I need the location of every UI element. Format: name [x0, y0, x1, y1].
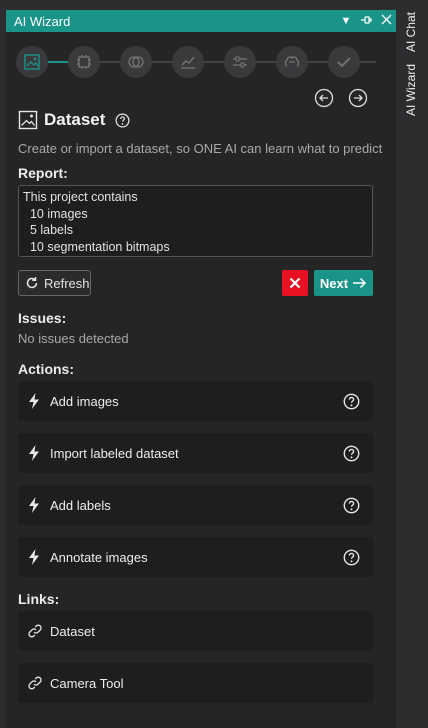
action-label: Import labeled dataset: [50, 445, 179, 461]
step-finish[interactable]: [328, 46, 360, 78]
panel-titlebar: AI Wizard ▼: [6, 10, 396, 32]
refresh-icon: [26, 277, 38, 289]
next-step-nav-button[interactable]: [348, 88, 368, 108]
arrow-left-circle-icon: [314, 88, 334, 108]
tab-ai-chat[interactable]: AI Chat: [404, 12, 418, 52]
refresh-label: Refresh: [44, 275, 90, 291]
step-connector: [204, 61, 224, 63]
step-connector: [308, 61, 328, 63]
refresh-button[interactable]: Refresh: [18, 270, 91, 296]
link-icon: [28, 676, 44, 690]
report-line: This project contains: [23, 190, 138, 204]
report-line: 10 segmentation bitmaps: [23, 239, 170, 254]
step-dataset[interactable]: [16, 46, 48, 78]
image-icon: [18, 110, 38, 130]
brain-icon: [284, 56, 300, 67]
ai-wizard-panel: AI Wizard ▼ Dataset Create or import a d…: [6, 10, 396, 728]
link-camera-tool[interactable]: Camera Tool: [18, 663, 373, 703]
lightning-icon: [28, 497, 44, 513]
panel-title: AI Wizard: [14, 13, 71, 29]
tab-ai-wizard[interactable]: AI Wizard: [404, 64, 418, 116]
action-label: Add images: [50, 393, 119, 409]
step-connector: [100, 61, 120, 63]
report-box: This project contains 10 images 5 labels…: [18, 185, 373, 257]
step-layers[interactable]: [120, 46, 152, 78]
step-training[interactable]: [172, 46, 204, 78]
previous-step-button[interactable]: [314, 88, 334, 108]
chart-icon: [181, 56, 195, 69]
links-label: Links:: [18, 591, 60, 607]
cancel-button[interactable]: [282, 270, 308, 296]
section-description: Create or import a dataset, so ONE AI ca…: [18, 141, 383, 156]
step-ai[interactable]: [276, 46, 308, 78]
actions-label: Actions:: [18, 361, 74, 377]
action-add-images[interactable]: Add images: [18, 381, 373, 421]
next-label: Next: [319, 275, 349, 291]
step-connector: [152, 61, 172, 63]
action-import-labeled-dataset[interactable]: Import labeled dataset: [18, 433, 373, 473]
link-icon: [28, 624, 44, 638]
close-icon[interactable]: [376, 14, 396, 28]
issues-label: Issues:: [18, 310, 67, 326]
action-label: Add labels: [50, 497, 111, 513]
help-icon[interactable]: [343, 497, 363, 514]
step-settings[interactable]: [224, 46, 256, 78]
arrow-right-icon: [353, 277, 367, 289]
check-icon: [337, 57, 351, 68]
lightning-icon: [28, 549, 44, 565]
pin-icon[interactable]: [356, 14, 376, 29]
wizard-stepper: [16, 46, 376, 78]
action-annotate-images[interactable]: Annotate images: [18, 537, 373, 577]
help-icon[interactable]: [343, 549, 363, 566]
action-add-labels[interactable]: Add labels: [18, 485, 373, 525]
side-tab-rail: AI Chat AI Wizard: [396, 0, 428, 728]
help-icon: [115, 113, 130, 127]
section-header: Dataset: [18, 110, 130, 130]
sliders-icon: [233, 56, 247, 68]
step-connector: [48, 61, 68, 63]
chip-icon: [77, 55, 91, 69]
dropdown-icon[interactable]: ▼: [336, 15, 356, 27]
help-icon[interactable]: [343, 445, 363, 462]
step-connector: [256, 61, 276, 63]
link-dataset[interactable]: Dataset: [18, 611, 373, 651]
lightning-icon: [28, 445, 44, 461]
help-icon[interactable]: [343, 393, 363, 410]
step-connector: [360, 61, 376, 63]
image-icon: [24, 54, 40, 70]
link-label: Dataset: [50, 623, 95, 639]
report-line: 10 images: [23, 206, 88, 221]
next-button[interactable]: Next: [314, 270, 373, 296]
page-title: Dataset: [44, 110, 106, 129]
report-line: 5 labels: [23, 223, 74, 237]
issues-status: No issues detected: [18, 331, 129, 346]
layers-icon: [128, 56, 144, 68]
help-button[interactable]: [115, 113, 130, 128]
close-icon: [289, 277, 301, 289]
link-label: Camera Tool: [50, 675, 124, 691]
report-label: Report:: [18, 165, 68, 181]
arrow-right-circle-icon: [348, 88, 368, 108]
action-label: Annotate images: [50, 549, 148, 565]
lightning-icon: [28, 393, 44, 409]
step-model[interactable]: [68, 46, 100, 78]
